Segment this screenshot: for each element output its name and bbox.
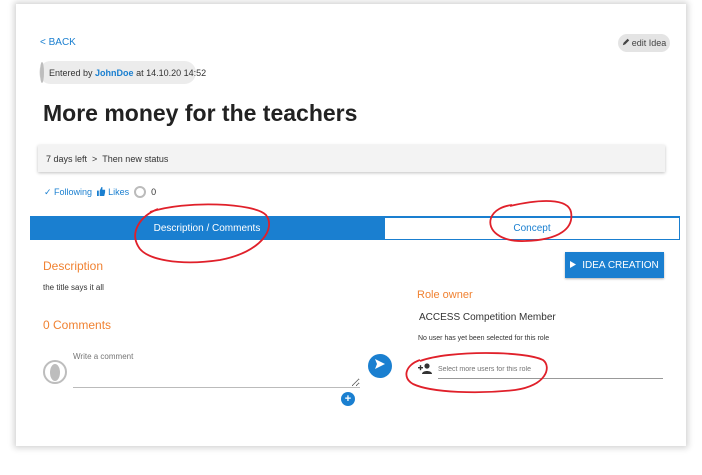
following-toggle[interactable]: ✓ Following <box>44 187 92 198</box>
edit-idea-button[interactable]: edit Idea <box>618 34 670 52</box>
thumbs-up-icon <box>97 186 106 198</box>
status-arrow: > <box>92 153 98 164</box>
status-bar: 7 days left > Then new status <box>38 145 665 172</box>
entered-by-text: Entered by JohnDoe at 14.10.20 14:52 <box>49 68 206 78</box>
social-bar: ✓ Following Likes 0 <box>44 186 156 198</box>
role-name: ACCESS Competition Member <box>419 312 556 323</box>
page-title: More money for the teachers <box>43 100 358 126</box>
role-note: No user has yet been selected for this r… <box>418 335 550 342</box>
add-comment-button[interactable]: + <box>341 392 355 406</box>
likes-label: Likes <box>108 187 130 197</box>
next-status: Then new status <box>102 153 169 164</box>
pencil-icon <box>622 38 630 48</box>
idea-creation-label: IDEA CREATION <box>582 259 659 271</box>
comment-avatar <box>43 360 67 384</box>
like-count-icon <box>134 186 147 198</box>
entered-date: at 14.10.20 14:52 <box>136 67 207 78</box>
entered-user-link[interactable]: JohnDoe <box>95 68 134 78</box>
tab-description-comments[interactable]: Description / Comments <box>30 216 384 240</box>
tab-bar: Description / Comments Concept <box>30 216 680 240</box>
description-text: the title says it all <box>43 283 104 292</box>
role-owner-heading: Role owner <box>417 289 473 301</box>
tab-concept[interactable]: Concept <box>384 216 680 240</box>
send-icon <box>374 357 386 375</box>
like-count: 0 <box>151 187 157 197</box>
avatar <box>40 62 44 83</box>
play-icon <box>570 260 577 271</box>
send-button[interactable] <box>368 354 392 378</box>
back-link[interactable]: < BACK <box>40 37 76 48</box>
idea-creation-button[interactable]: IDEA CREATION <box>565 252 664 278</box>
likes-button[interactable]: Likes <box>97 186 130 198</box>
description-heading: Description <box>43 259 104 273</box>
entered-by-badge: Entered by JohnDoe at 14.10.20 14:52 <box>39 61 206 84</box>
add-user-icon[interactable] <box>418 361 432 379</box>
days-left: 7 days left <box>46 153 88 164</box>
comments-heading: 0 Comments <box>43 318 112 332</box>
edit-idea-label: edit Idea <box>631 38 667 48</box>
role-user-select-input[interactable] <box>438 361 663 379</box>
entered-prefix: Entered by <box>49 67 93 78</box>
comment-input[interactable] <box>73 348 360 388</box>
